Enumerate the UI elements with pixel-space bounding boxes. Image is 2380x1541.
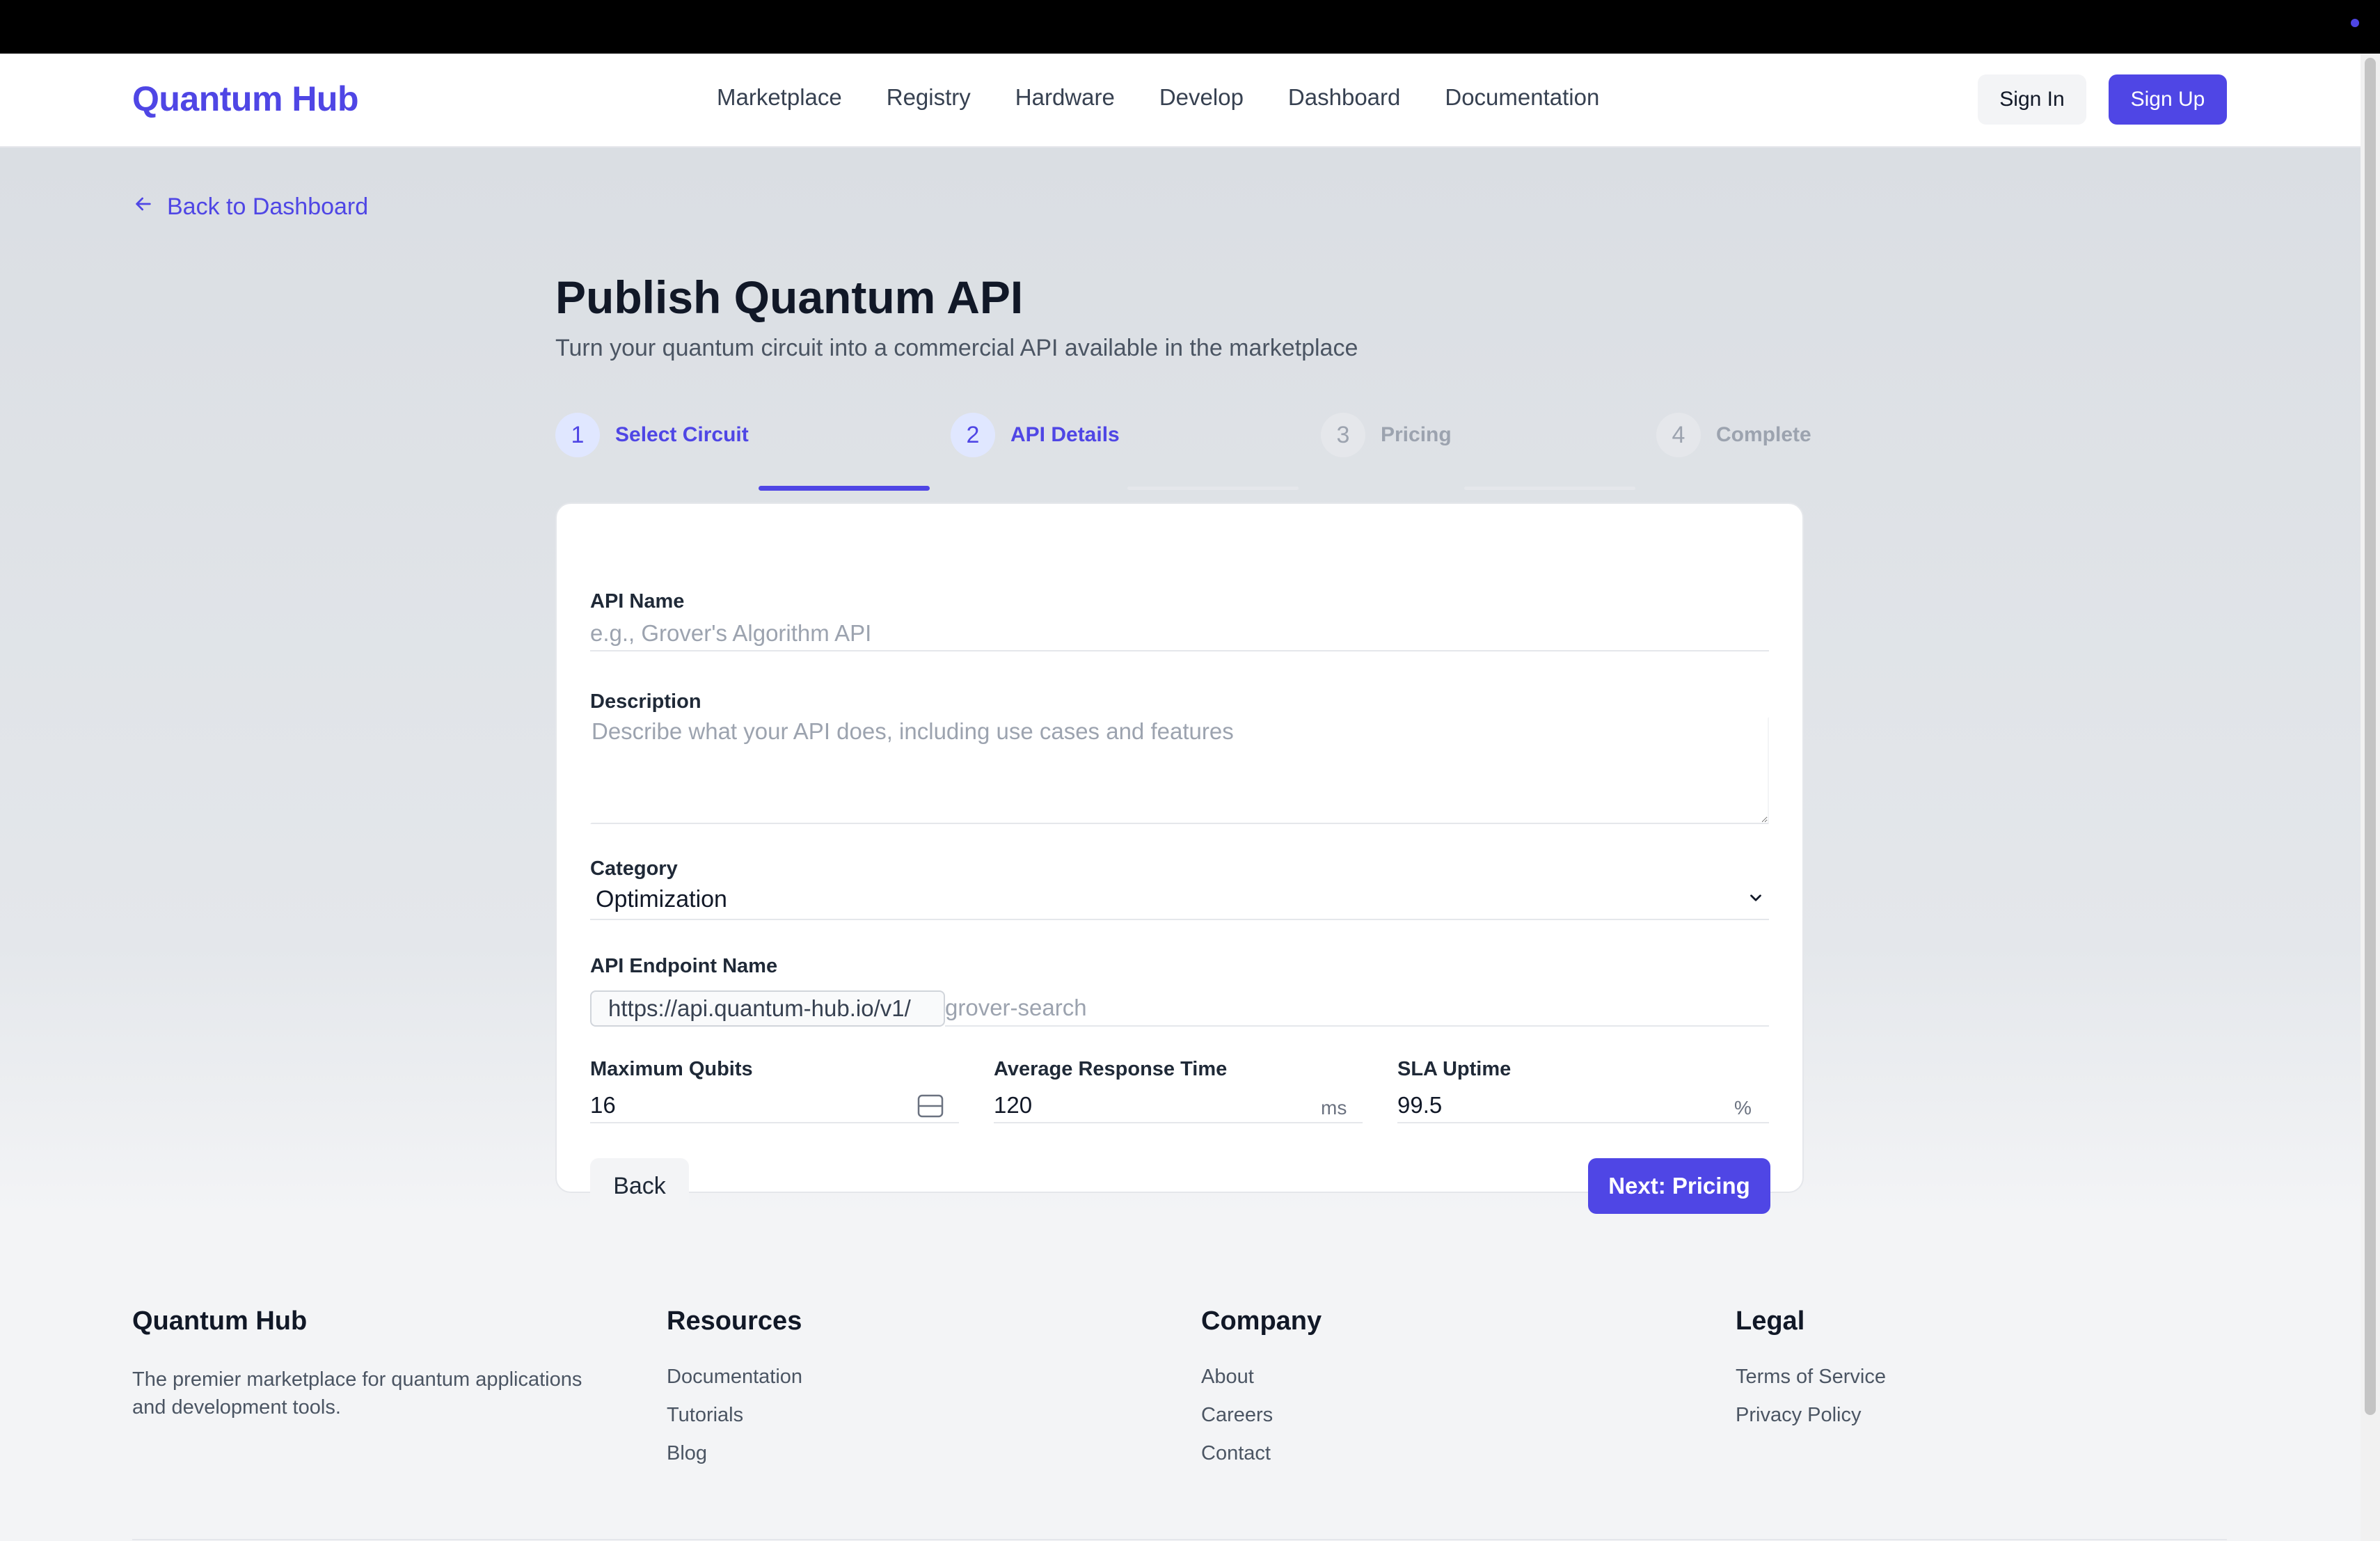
nav-item-registry[interactable]: Registry xyxy=(887,84,971,111)
step-number: 3 xyxy=(1321,413,1365,457)
footer-about: Quantum Hub The premier marketplace for … xyxy=(132,1306,619,1421)
chevron-down-icon xyxy=(1747,889,1765,910)
footer-link-blog[interactable]: Blog xyxy=(667,1442,802,1465)
main-nav: Marketplace Registry Hardware Develop Da… xyxy=(717,84,1599,111)
footer-resources-title: Resources xyxy=(667,1306,802,1336)
footer-link-tutorials[interactable]: Tutorials xyxy=(667,1404,802,1427)
description-label: Description xyxy=(590,690,701,713)
step-label: API Details xyxy=(1010,423,1120,446)
footer-company: Company About Careers Contact xyxy=(1201,1306,1322,1480)
step-number: 4 xyxy=(1656,413,1701,457)
footer-link-terms[interactable]: Terms of Service xyxy=(1736,1366,1886,1389)
response-time-unit: ms xyxy=(1321,1097,1347,1119)
step-select-circuit: 1 Select Circuit xyxy=(555,412,749,458)
api-details-form: API Name Description Category Optimizati… xyxy=(555,503,1804,1214)
page-subtitle: Turn your quantum circuit into a commerc… xyxy=(555,335,1358,361)
step-connector-3 xyxy=(1464,487,1635,490)
nav-item-hardware[interactable]: Hardware xyxy=(1015,84,1115,111)
footer-legal-title: Legal xyxy=(1736,1306,1805,1336)
endpoint-name-input[interactable] xyxy=(945,990,1769,1027)
status-dot-icon xyxy=(2351,19,2359,27)
scrollbar-thumb[interactable] xyxy=(2365,58,2376,1415)
brand-logo[interactable]: Quantum Hub xyxy=(132,79,359,119)
step-pricing: 3 Pricing xyxy=(1321,412,1452,458)
category-select[interactable]: Optimization xyxy=(590,880,1769,920)
step-number: 1 xyxy=(555,413,600,457)
sign-in-button[interactable]: Sign In xyxy=(1978,74,2086,125)
step-label: Complete xyxy=(1716,423,1811,446)
step-api-details: 2 API Details xyxy=(951,412,1120,458)
sla-uptime-unit: % xyxy=(1734,1097,1752,1119)
step-label: Pricing xyxy=(1381,423,1452,446)
footer-link-privacy[interactable]: Privacy Policy xyxy=(1736,1404,1886,1427)
next-pricing-button[interactable]: Next: Pricing xyxy=(1588,1158,1770,1214)
nav-item-documentation[interactable]: Documentation xyxy=(1445,84,1599,111)
back-link-label: Back to Dashboard xyxy=(167,193,369,220)
endpoint-label: API Endpoint Name xyxy=(590,955,778,977)
footer-link-careers[interactable]: Careers xyxy=(1201,1404,1322,1427)
site-header: Quantum Hub Marketplace Registry Hardwar… xyxy=(0,54,2361,148)
footer-brand-title: Quantum Hub xyxy=(132,1306,308,1336)
page-viewport: Quantum Hub Marketplace Registry Hardwar… xyxy=(0,54,2361,1541)
nav-item-dashboard[interactable]: Dashboard xyxy=(1288,84,1400,111)
sla-uptime-label: SLA Uptime xyxy=(1397,1058,1512,1080)
back-to-dashboard-link[interactable]: Back to Dashboard xyxy=(132,193,368,221)
max-qubits-input[interactable] xyxy=(590,1089,959,1123)
step-connector-2 xyxy=(1127,487,1299,490)
footer-brand-text: The premier marketplace for quantum appl… xyxy=(132,1368,582,1418)
footer-legal: Legal Terms of Service Privacy Policy xyxy=(1736,1306,1886,1442)
step-number: 2 xyxy=(951,413,995,457)
endpoint-url-prefix: https://api.quantum-hub.io/v1/ xyxy=(590,990,945,1027)
nav-item-marketplace[interactable]: Marketplace xyxy=(717,84,842,111)
footer-company-title: Company xyxy=(1201,1306,1322,1336)
step-complete: 4 Complete xyxy=(1656,412,1811,458)
category-selected-value: Optimization xyxy=(596,885,727,912)
api-name-input[interactable] xyxy=(590,617,1769,651)
page-scrollbar[interactable] xyxy=(2361,54,2380,1541)
response-time-label: Average Response Time xyxy=(994,1058,1228,1080)
description-textarea[interactable] xyxy=(590,717,1769,824)
footer-link-documentation[interactable]: Documentation xyxy=(667,1366,802,1389)
category-label: Category xyxy=(590,858,678,880)
step-connector-1 xyxy=(759,486,930,491)
nav-item-develop[interactable]: Develop xyxy=(1159,84,1244,111)
response-time-input[interactable] xyxy=(994,1089,1363,1123)
footer-link-about[interactable]: About xyxy=(1201,1366,1322,1389)
arrow-left-icon xyxy=(132,193,154,221)
max-qubits-label: Maximum Qubits xyxy=(590,1058,753,1080)
sla-uptime-input[interactable] xyxy=(1397,1089,1769,1123)
number-stepper-icon[interactable] xyxy=(917,1094,944,1121)
footer-resources: Resources Documentation Tutorials Blog xyxy=(667,1306,802,1480)
footer-link-contact[interactable]: Contact xyxy=(1201,1442,1322,1465)
footer-divider xyxy=(132,1539,2227,1540)
browser-top-bar xyxy=(0,0,2380,54)
step-label: Select Circuit xyxy=(615,423,749,446)
sign-up-button[interactable]: Sign Up xyxy=(2109,74,2227,125)
api-name-label: API Name xyxy=(590,590,685,613)
back-button[interactable]: Back xyxy=(590,1158,689,1214)
page-title: Publish Quantum API xyxy=(555,271,1024,323)
